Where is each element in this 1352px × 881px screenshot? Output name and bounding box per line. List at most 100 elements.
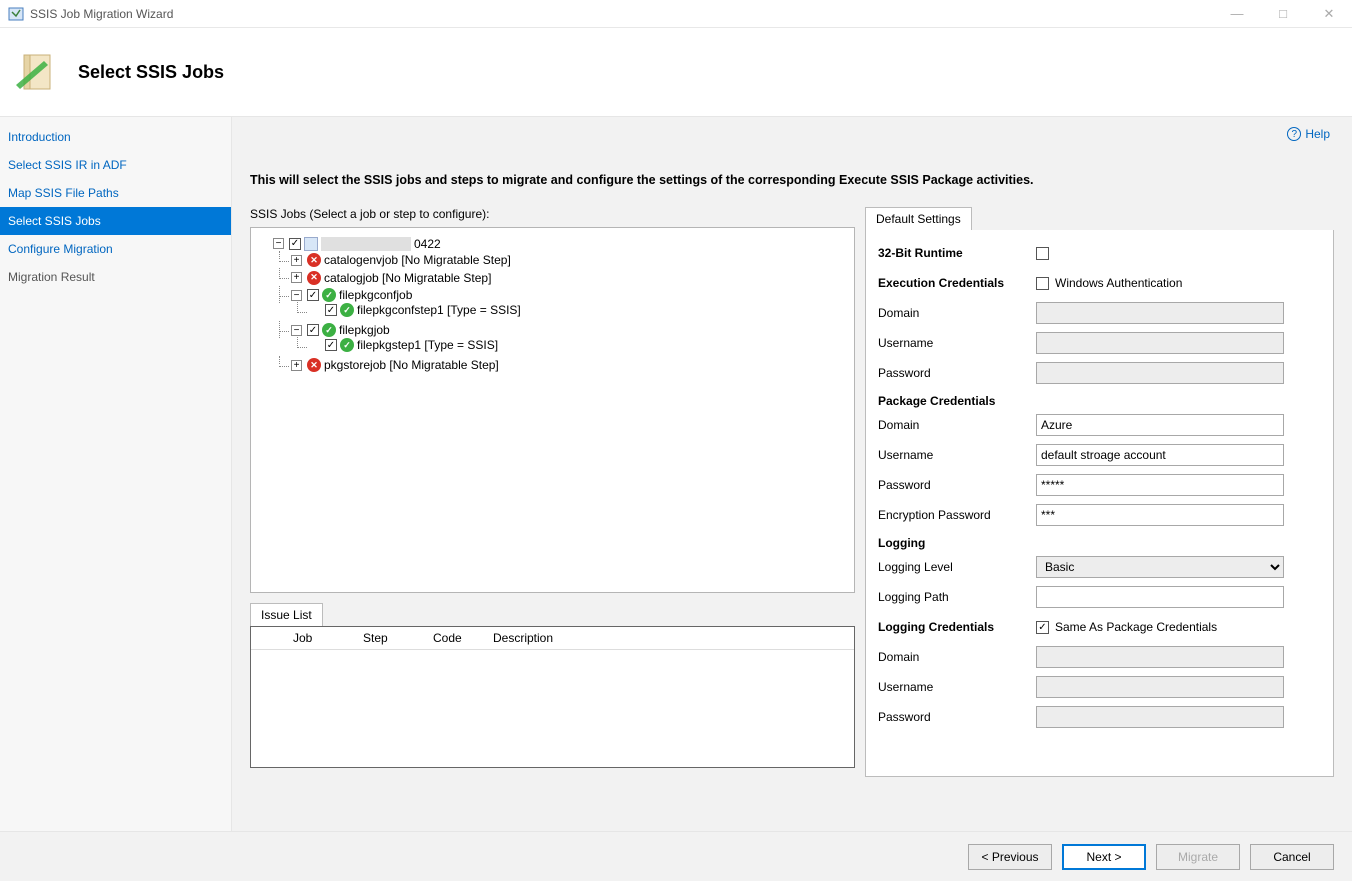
pkg-password-label: Password [878,478,1036,492]
log-domain-input[interactable] [1036,646,1284,668]
cancel-button[interactable]: Cancel [1250,844,1334,870]
logging-level-label: Logging Level [878,560,1036,574]
exec-domain-label: Domain [878,306,1036,320]
jobs-tree[interactable]: − ✓ 0422 + ✕ catalogenvjob [No M [255,234,850,374]
log-cred-heading: Logging Credentials [878,620,1036,634]
wizard-sidebar: Introduction Select SSIS IR in ADF Map S… [0,117,232,831]
server-icon [304,237,318,251]
app-icon [8,6,24,22]
tree-checkbox[interactable]: ✓ [289,238,301,250]
window-controls: — □ ✕ [1222,6,1344,22]
tree-node-label[interactable]: pkgstorejob [No Migratable Step] [324,358,499,372]
logging-path-input[interactable] [1036,586,1284,608]
log-username-input[interactable] [1036,676,1284,698]
sidebar-item-map-paths[interactable]: Map SSIS File Paths [0,179,231,207]
migrate-button[interactable]: Migrate [1156,844,1240,870]
pkg-cred-heading: Package Credentials [878,394,1321,408]
success-icon: ✓ [322,323,336,337]
server-name-redacted [321,237,411,251]
pkg-username-label: Username [878,448,1036,462]
tab-default-settings[interactable]: Default Settings [865,207,972,230]
error-icon: ✕ [307,358,321,372]
tree-collapse-icon[interactable]: − [291,290,302,301]
server-suffix: 0422 [414,237,441,251]
tree-node-label[interactable]: catalogjob [No Migratable Step] [324,271,491,285]
tree-collapse-icon[interactable]: − [273,238,284,249]
exec-domain-input[interactable] [1036,302,1284,324]
tree-checkbox[interactable]: ✓ [307,289,319,301]
pkg-password-input[interactable] [1036,474,1284,496]
issue-col-description[interactable]: Description [485,627,854,650]
enc-password-label: Encryption Password [878,508,1036,522]
error-icon: ✕ [307,253,321,267]
success-icon: ✓ [340,303,354,317]
logging-level-select[interactable]: Basic [1036,556,1284,578]
pkg-username-input[interactable] [1036,444,1284,466]
error-icon: ✕ [307,271,321,285]
close-button[interactable]: ✕ [1314,6,1344,22]
tree-collapse-icon[interactable]: − [291,325,302,336]
sidebar-item-configure[interactable]: Configure Migration [0,235,231,263]
pkg-domain-label: Domain [878,418,1036,432]
issue-col-code[interactable]: Code [425,627,485,650]
log-password-label: Password [878,710,1036,724]
tree-label: SSIS Jobs (Select a job or step to confi… [250,207,855,221]
tree-checkbox[interactable]: ✓ [307,324,319,336]
enc-password-input[interactable] [1036,504,1284,526]
issue-list-table: Job Step Code Description [250,626,855,768]
help-label: Help [1305,127,1330,141]
tree-node-label[interactable]: catalogenvjob [No Migratable Step] [324,253,511,267]
tree-node-label[interactable]: filepkgconfstep1 [Type = SSIS] [357,303,521,317]
tree-checkbox[interactable]: ✓ [325,339,337,351]
exec-username-label: Username [878,336,1036,350]
runtime-label: 32-Bit Runtime [878,246,1036,260]
minimize-button[interactable]: — [1222,6,1252,22]
exec-cred-heading: Execution Credentials [878,276,1036,290]
titlebar: SSIS Job Migration Wizard — □ ✕ [0,0,1352,28]
same-as-pkg-checkbox[interactable]: ✓ [1036,621,1049,634]
wizard-footer: < Previous Next > Migrate Cancel [0,831,1352,881]
previous-button[interactable]: < Previous [968,844,1052,870]
sidebar-item-select-jobs[interactable]: Select SSIS Jobs [0,207,231,235]
issue-col-blank[interactable] [251,627,285,650]
jobs-tree-panel: − ✓ 0422 + ✕ catalogenvjob [No M [250,227,855,593]
maximize-button[interactable]: □ [1268,6,1298,22]
tab-issue-list[interactable]: Issue List [250,603,323,626]
window-title: SSIS Job Migration Wizard [30,7,173,21]
success-icon: ✓ [322,288,336,302]
pkg-domain-input[interactable] [1036,414,1284,436]
exec-password-label: Password [878,366,1036,380]
tree-expand-icon[interactable]: + [291,255,302,266]
main-area: Introduction Select SSIS IR in ADF Map S… [0,116,1352,831]
issue-col-step[interactable]: Step [355,627,425,650]
page-title: Select SSIS Jobs [78,62,224,83]
tree-node-label[interactable]: filepkgconfjob [339,288,412,302]
sidebar-item-select-ir[interactable]: Select SSIS IR in ADF [0,151,231,179]
instruction-text: This will select the SSIS jobs and steps… [250,173,1334,187]
runtime-checkbox[interactable] [1036,247,1049,260]
tree-expand-icon[interactable]: + [291,272,302,283]
success-icon: ✓ [340,338,354,352]
log-domain-label: Domain [878,650,1036,664]
win-auth-label: Windows Authentication [1055,276,1182,290]
issue-col-job[interactable]: Job [285,627,355,650]
settings-panel: 32-Bit Runtime Execution Credentials Win… [865,230,1334,777]
win-auth-checkbox[interactable] [1036,277,1049,290]
sidebar-item-introduction[interactable]: Introduction [0,123,231,151]
help-link[interactable]: ? Help [1287,127,1330,141]
tree-node-label[interactable]: filepkgstep1 [Type = SSIS] [357,338,498,352]
next-button[interactable]: Next > [1062,844,1146,870]
wizard-icon [14,49,60,95]
same-as-pkg-label: Same As Package Credentials [1055,620,1217,634]
content-pane: ? Help This will select the SSIS jobs an… [232,117,1352,831]
sidebar-item-result[interactable]: Migration Result [0,263,231,291]
logging-heading: Logging [878,536,1321,550]
help-icon: ? [1287,127,1301,141]
log-password-input[interactable] [1036,706,1284,728]
tree-checkbox[interactable]: ✓ [325,304,337,316]
page-header: Select SSIS Jobs [0,28,1352,116]
tree-node-label[interactable]: filepkgjob [339,323,390,337]
exec-password-input[interactable] [1036,362,1284,384]
exec-username-input[interactable] [1036,332,1284,354]
tree-expand-icon[interactable]: + [291,360,302,371]
